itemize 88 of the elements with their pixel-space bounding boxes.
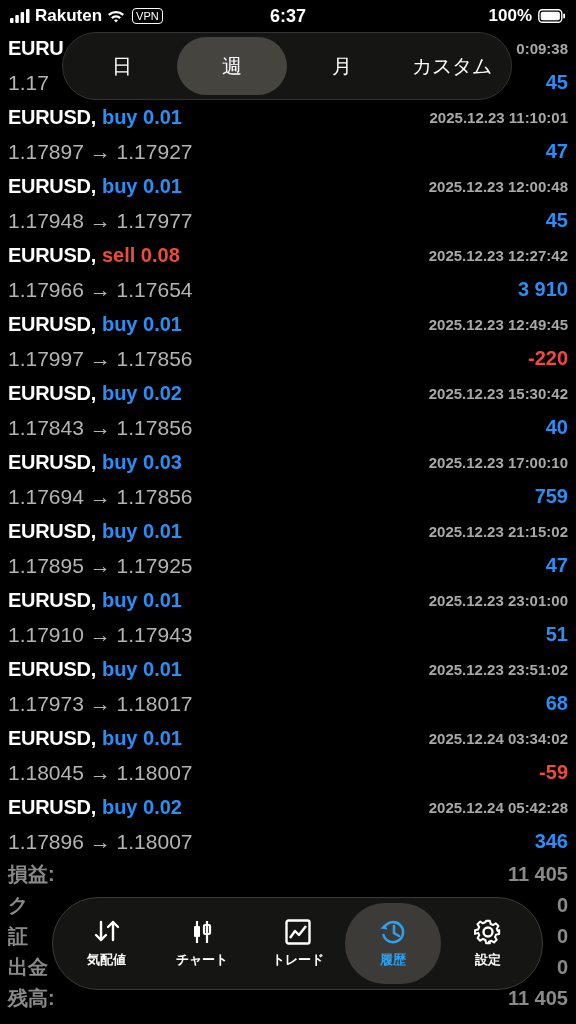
trade-time: 2025.12.23 12:27:42 [428,246,568,264]
price-range: 1.17896 → 1.18007 [8,829,193,854]
trade-volume: sell 0.08 [101,243,180,267]
profit-value: 759 [534,485,568,509]
trade-volume: buy 0.01 [101,174,182,198]
trade-volume: buy 0.01 [101,519,182,543]
summary-label: ク [8,893,28,918]
symbol-text: EURUSD, [8,795,96,819]
symbol-text: EURUSD, [8,588,96,612]
symbol-text: EURUSD, [8,726,96,750]
period-tab[interactable]: 日 [67,37,177,95]
price-range: 1.17973 → 1.18017 [8,691,193,716]
history-icon [378,918,407,946]
battery-percent: 100% [488,6,532,26]
trade-time: 0:09:38 [516,39,568,57]
trade-time: 2025.12.23 11:10:01 [429,108,568,126]
symbol-text: EURUSD, [8,243,96,267]
nav-tab[interactable]: 設定 [440,903,537,984]
summary-value: 0 [556,894,568,917]
price-range: 1.17997 → 1.17856 [8,346,193,371]
price-range: 1.17 [8,70,49,95]
clock-time: 6:37 [270,5,306,27]
wifi-icon [107,9,126,23]
profit-value: 45 [545,71,568,95]
profit-value: -220 [527,347,568,371]
nav-tab[interactable]: トレード [249,903,346,984]
nav-tab[interactable]: 気配値 [59,903,155,984]
trade-time: 2025.12.23 23:01:00 [428,591,568,609]
price-range: 1.17895 → 1.17925 [8,553,193,578]
trade-time: 2025.12.23 12:49:45 [428,315,568,333]
summary-label: 証 [8,924,28,949]
line-chart-icon [283,918,312,946]
symbol-text: EURUSD, [8,519,96,543]
symbol-text: EURUSD, [8,381,96,405]
nav-tab[interactable]: 履歴 [345,903,441,984]
summary-label: 出金 [8,955,48,980]
price-range: 1.17897 → 1.17927 [8,139,193,164]
symbol-text: EURUSD, [8,174,96,198]
summary-value: 0 [556,956,568,979]
trade-volume: buy 0.01 [101,588,182,612]
profit-value: 40 [545,416,568,440]
trade-time: 2025.12.23 12:00:48 [428,177,568,195]
profit-value: 51 [545,623,568,647]
profit-value: 45 [545,209,568,233]
price-range: 1.17966 → 1.17654 [8,277,193,302]
trade-time: 2025.12.23 23:51:02 [428,660,568,678]
trade-volume: buy 0.01 [101,312,182,336]
trade-volume: buy 0.01 [101,657,182,681]
price-range: 1.17948 → 1.17977 [8,208,193,233]
trade-volume: buy 0.02 [101,381,182,405]
summary-value: 11 405 [507,987,568,1010]
profit-value: -59 [539,761,568,785]
symbol-text: EURUSD, [8,312,96,336]
period-tab[interactable]: 月 [287,37,397,95]
summary-label: 損益: [8,862,55,887]
period-tab[interactable]: カスタム [397,37,507,95]
trade-time: 2025.12.24 05:42:28 [428,798,568,816]
symbol-text: EURU [8,36,64,60]
summary-value: 0 [556,925,568,948]
signal-icon [10,9,30,23]
summary-value: 11 405 [507,863,568,886]
profit-value: 68 [545,692,568,716]
settings-icon [474,918,503,946]
trade-time: 2025.12.23 15:30:42 [428,384,568,402]
price-range: 1.17694 → 1.17856 [8,484,193,509]
trade-volume: buy 0.03 [101,450,182,474]
profit-value: 47 [545,140,568,164]
trade-time: 2025.12.23 21:15:02 [428,522,568,540]
summary-label: 残高: [8,986,55,1011]
profit-value: 346 [534,830,568,854]
profit-value: 47 [545,554,568,578]
trade-volume: buy 0.01 [101,105,182,129]
nav-tab[interactable]: チャート [154,903,250,984]
profit-value: 3 910 [517,278,568,302]
battery-icon [538,9,566,23]
symbol-text: EURUSD, [8,105,96,129]
carrier-name: Rakuten [35,6,103,26]
trade-time: 2025.12.24 03:34:02 [428,729,568,747]
period-tab[interactable]: 週 [177,37,287,95]
price-range: 1.18045 → 1.18007 [8,760,193,785]
symbol-text: EURUSD, [8,450,96,474]
price-range: 1.17843 → 1.17856 [8,415,193,440]
trade-volume: buy 0.02 [101,795,182,819]
trade-volume: buy 0.01 [101,726,182,750]
price-range: 1.17910 → 1.17943 [8,622,193,647]
trade-time: 2025.12.23 17:00:10 [428,453,568,471]
symbol-text: EURUSD, [8,657,96,681]
vpn-badge: VPN [132,8,163,24]
